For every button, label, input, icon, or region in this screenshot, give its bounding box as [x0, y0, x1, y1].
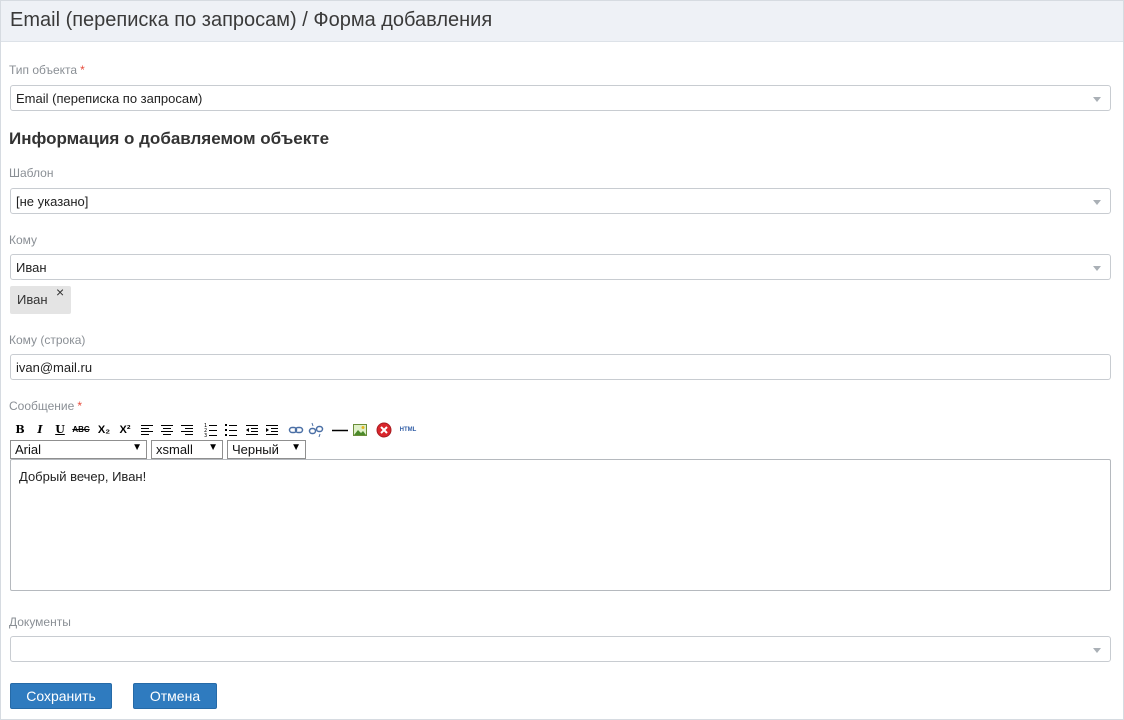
font-size-value: xsmall	[156, 442, 193, 457]
documents-select[interactable]	[10, 636, 1111, 662]
underline-icon[interactable]: U	[52, 422, 68, 438]
close-icon[interactable]: ×	[56, 285, 64, 299]
align-center-icon[interactable]	[159, 422, 175, 438]
message-label: Сообщение *	[9, 399, 82, 413]
subscript-icon[interactable]: X₂	[95, 422, 113, 438]
template-value: [не указано]	[16, 194, 89, 209]
align-left-icon[interactable]	[139, 422, 155, 438]
object-type-value: Email (переписка по запросам)	[16, 91, 203, 106]
required-mark: *	[77, 399, 82, 413]
ordered-list-icon[interactable]: 123	[203, 422, 219, 438]
indent-icon[interactable]	[264, 422, 280, 438]
outdent-icon[interactable]	[244, 422, 260, 438]
page-header: Email (переписка по запросам) / Форма до…	[1, 1, 1123, 42]
strikethrough-icon[interactable]: ABC	[71, 422, 91, 438]
to-select[interactable]: Иван	[10, 254, 1111, 280]
dropdown-arrow-icon: ▼	[208, 442, 218, 453]
chevron-down-icon	[1093, 266, 1101, 271]
dropdown-arrow-icon: ▼	[132, 442, 142, 453]
message-body: Добрый вечер, Иван!	[19, 469, 147, 484]
dropdown-arrow-icon: ▼	[291, 442, 301, 453]
font-color-value: Черный	[232, 442, 279, 457]
to-string-label: Кому (строка)	[9, 333, 86, 347]
save-button[interactable]: Сохранить	[10, 683, 112, 709]
page-title: Email (переписка по запросам) / Форма до…	[10, 9, 493, 31]
documents-label: Документы	[9, 615, 71, 629]
svg-text:3: 3	[204, 433, 207, 438]
section-heading: Информация о добавляемом объекте	[9, 129, 330, 148]
link-icon[interactable]	[288, 422, 304, 438]
chevron-down-icon	[1093, 97, 1101, 102]
object-type-label: Тип объекта *	[9, 63, 85, 77]
chevron-down-icon	[1093, 200, 1101, 205]
recipient-tag: Иван ×	[10, 285, 71, 314]
bold-icon[interactable]: B	[12, 422, 28, 438]
object-type-select[interactable]: Email (переписка по запросам)	[10, 85, 1111, 111]
recipient-tag-label: Иван	[17, 292, 48, 307]
italic-icon[interactable]: I	[32, 422, 48, 438]
font-color-select[interactable]: Черный ▼	[227, 440, 306, 459]
html-icon[interactable]: HTML	[397, 422, 419, 438]
font-size-select[interactable]: xsmall ▼	[151, 440, 223, 459]
required-mark: *	[80, 63, 85, 77]
font-family-select[interactable]: Arial ▼	[10, 440, 147, 459]
cancel-button[interactable]: Отмена	[133, 683, 217, 709]
superscript-icon[interactable]: X²	[116, 422, 134, 438]
to-value: Иван	[16, 260, 47, 275]
to-label: Кому	[9, 233, 38, 247]
template-label: Шаблон	[9, 166, 54, 180]
font-family-value: Arial	[15, 442, 42, 457]
editor-toolbar: B I U ABC X₂ X² 123 HTML	[12, 422, 432, 438]
chevron-down-icon	[1093, 648, 1101, 653]
unordered-list-icon[interactable]	[223, 422, 239, 438]
remove-format-icon[interactable]	[376, 422, 392, 438]
template-select[interactable]: [не указано]	[10, 188, 1111, 214]
horizontal-rule-icon[interactable]	[332, 422, 348, 438]
to-string-value: ivan@mail.ru	[16, 360, 93, 375]
align-right-icon[interactable]	[179, 422, 195, 438]
message-editor[interactable]: Добрый вечер, Иван!	[10, 459, 1111, 591]
to-string-input[interactable]: ivan@mail.ru	[10, 354, 1111, 380]
insert-image-icon[interactable]	[352, 422, 368, 438]
unlink-icon[interactable]	[308, 422, 324, 438]
